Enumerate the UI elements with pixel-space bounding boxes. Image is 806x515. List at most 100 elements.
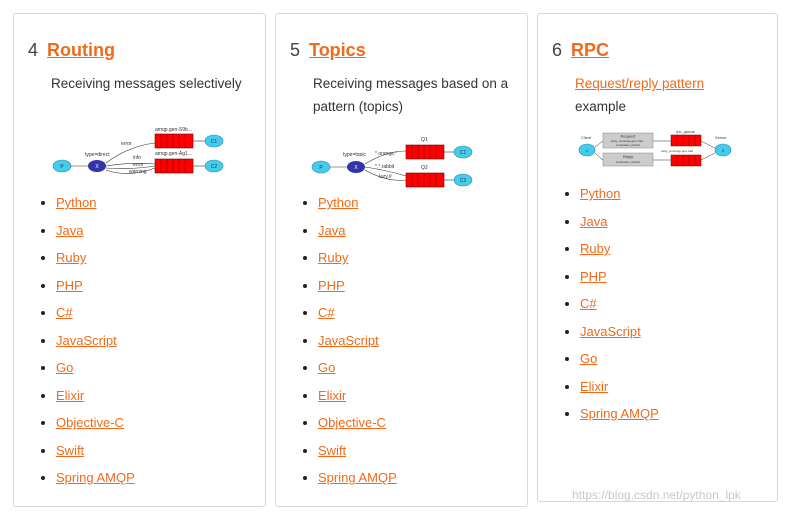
lang-link-java[interactable]: Java — [56, 223, 83, 238]
list-item: Go — [318, 357, 397, 385]
language-list: Python Java Ruby PHP C# JavaScript Go El… — [538, 183, 659, 431]
lang-link-php[interactable]: PHP — [580, 269, 607, 284]
lang-link-csharp[interactable]: C# — [56, 305, 73, 320]
exchange-type-label: type=topic — [343, 152, 366, 158]
list-item: PHP — [56, 275, 135, 303]
language-list: Python Java Ruby PHP C# JavaScript Go El… — [276, 192, 397, 495]
list-item: Java — [318, 220, 397, 248]
queue2-name: Q2 — [421, 165, 428, 171]
lang-link-swift[interactable]: Swift — [56, 443, 84, 458]
server-node-label: S — [722, 148, 725, 153]
client-node-label: C — [586, 148, 589, 153]
lang-link-spring-amqp[interactable]: Spring AMQP — [318, 470, 397, 485]
exchange-type-label: type=direct — [85, 152, 110, 158]
lang-link-swift[interactable]: Swift — [318, 443, 346, 458]
list-item: JavaScript — [580, 321, 659, 349]
routing-diagram: P X type=direct error info error warning… — [52, 127, 224, 175]
consumer-2-label: C2 — [460, 178, 467, 184]
list-item: PHP — [580, 266, 659, 294]
lang-link-csharp[interactable]: C# — [318, 305, 335, 320]
binding-warning: warning — [129, 169, 147, 175]
card-title: 4 Routing — [28, 40, 115, 61]
list-item: Ruby — [580, 238, 659, 266]
tutorial-link-rpc[interactable]: RPC — [571, 40, 609, 60]
queue1-name: amqp.gen-S9b... — [155, 127, 192, 133]
binding-error-2: error — [133, 162, 144, 168]
lang-link-objective-c[interactable]: Objective-C — [318, 415, 386, 430]
client-label: Client — [581, 135, 592, 140]
lang-link-python[interactable]: Python — [56, 195, 96, 210]
list-item: Elixir — [580, 376, 659, 404]
consumer-1-label: C1 — [460, 150, 467, 156]
lang-link-python[interactable]: Python — [580, 186, 620, 201]
list-item: Ruby — [318, 247, 397, 275]
reply-correlation: correlation_id=abc — [616, 160, 641, 164]
topics-diagram: P X type=topic *.orange.* *.*.rabbit laz… — [311, 137, 473, 188]
list-item: Python — [580, 183, 659, 211]
request-correlation: correlation_id=abc — [616, 143, 641, 147]
card-title: 6 RPC — [552, 40, 609, 61]
list-item: C# — [580, 293, 659, 321]
lang-link-objective-c[interactable]: Objective-C — [56, 415, 124, 430]
lang-link-ruby[interactable]: Ruby — [580, 241, 610, 256]
list-item: Python — [318, 192, 397, 220]
reply-title: Reply — [623, 154, 633, 159]
lang-link-java[interactable]: Java — [318, 223, 345, 238]
lang-link-ruby[interactable]: Ruby — [56, 250, 86, 265]
lang-link-spring-amqp[interactable]: Spring AMQP — [56, 470, 135, 485]
list-item: Objective-C — [56, 412, 135, 440]
queue-1 — [154, 133, 194, 149]
lang-link-java[interactable]: Java — [580, 214, 607, 229]
list-item: JavaScript — [56, 330, 135, 358]
list-item: Java — [56, 220, 135, 248]
queue-2 — [154, 158, 194, 174]
language-list: Python Java Ruby PHP C# JavaScript Go El… — [14, 192, 135, 495]
list-item: Spring AMQP — [56, 467, 135, 495]
server-label: Server — [715, 135, 727, 140]
list-item: Objective-C — [318, 412, 397, 440]
list-item: Java — [580, 211, 659, 239]
lang-link-go[interactable]: Go — [318, 360, 335, 375]
lang-link-javascript[interactable]: JavaScript — [318, 333, 379, 348]
rpc-queue — [670, 134, 702, 147]
list-item: Ruby — [56, 247, 135, 275]
lang-link-csharp[interactable]: C# — [580, 296, 597, 311]
lang-link-elixir[interactable]: Elixir — [56, 388, 84, 403]
lang-link-elixir[interactable]: Elixir — [580, 379, 608, 394]
lang-link-elixir[interactable]: Elixir — [318, 388, 346, 403]
lang-link-ruby[interactable]: Ruby — [318, 250, 348, 265]
binding-lazy: lazy.# — [379, 174, 392, 180]
list-item: C# — [318, 302, 397, 330]
binding-orange: *.orange.* — [375, 151, 397, 157]
binding-info: info — [133, 155, 141, 161]
queue1-name: Q1 — [421, 137, 428, 143]
queue2-name: amqp.gen-Ag1... — [155, 151, 192, 157]
list-item: Spring AMQP — [580, 403, 659, 431]
lang-link-php[interactable]: PHP — [56, 278, 83, 293]
lang-link-php[interactable]: PHP — [318, 278, 345, 293]
card-number: 6 — [552, 40, 563, 60]
reply-queue — [670, 154, 702, 167]
list-item: Swift — [56, 440, 135, 468]
tutorial-link-routing[interactable]: Routing — [47, 40, 115, 60]
lang-link-go[interactable]: Go — [56, 360, 73, 375]
lang-link-javascript[interactable]: JavaScript — [580, 324, 641, 339]
request-reply-link[interactable]: Request/reply pattern — [575, 76, 704, 91]
tutorial-link-topics[interactable]: Topics — [309, 40, 366, 60]
card-number: 5 — [290, 40, 301, 60]
queue-1 — [405, 144, 445, 160]
binding-error-1: error — [121, 141, 132, 147]
watermark: https://blog.csdn.net/python_lpk — [572, 488, 741, 502]
lang-link-javascript[interactable]: JavaScript — [56, 333, 117, 348]
list-item: Spring AMQP — [318, 467, 397, 495]
card-title: 5 Topics — [290, 40, 366, 61]
lang-link-spring-amqp[interactable]: Spring AMQP — [580, 406, 659, 421]
tutorial-card-topics: 5 Topics Receiving messages based on a p… — [275, 13, 528, 507]
consumer-1-label: C1 — [211, 139, 218, 145]
lang-link-python[interactable]: Python — [318, 195, 358, 210]
card-description: Receiving messages based on a pattern (t… — [313, 76, 509, 114]
lang-link-go[interactable]: Go — [580, 351, 597, 366]
card-number: 4 — [28, 40, 39, 60]
list-item: Swift — [318, 440, 397, 468]
binding-rabbit: *.*.rabbit — [375, 164, 395, 170]
